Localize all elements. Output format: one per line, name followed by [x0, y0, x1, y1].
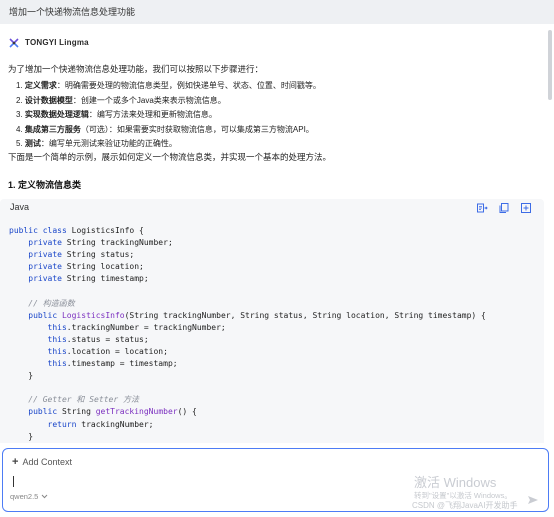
code-line: public String getTrackingNumber() {: [28, 407, 197, 417]
code-line: private String trackingNumber;: [28, 238, 173, 248]
code-line: public class LogisticsInfo {: [9, 226, 144, 235]
tongyi-logo-icon: [8, 36, 20, 48]
csdn-watermark: CSDN @飞翔JavaAI开发助手: [412, 501, 518, 510]
code-line: }: [9, 371, 34, 381]
code-language: Java: [10, 202, 30, 212]
code-toolbar: Java: [0, 199, 544, 215]
step-item: 3. 实现数据处理逻辑：编写方法来处理和更新物流信息。: [16, 110, 217, 119]
code-line: private String status;: [28, 250, 135, 260]
insert-icon[interactable]: [476, 201, 488, 213]
code-line: private String timestamp;: [28, 274, 149, 284]
code-line: this.timestamp = timestamp;: [47, 359, 178, 369]
text-cursor: [13, 476, 14, 487]
example-intro: 下面是一个简单的示例，展示如何定义一个物流信息类，并实现一个基本的处理方法。: [8, 152, 332, 162]
chat-scrollbar[interactable]: [547, 30, 553, 443]
assistant-name: TONGYI Lingma: [25, 37, 89, 47]
code-content[interactable]: public class LogisticsInfo { private Str…: [9, 225, 486, 443]
step-item: 4. 集成第三方服务（可选）：如果需要实时获取物流信息，可以集成第三方物流API…: [16, 124, 314, 134]
code-line: public LogisticsInfo(String trackingNumb…: [28, 310, 486, 320]
code-line: }: [9, 431, 34, 441]
step-item: 1. 定义需求：明确需要处理的物流信息类型，例如快递单号、状态、位置、时间戳等。: [16, 81, 321, 90]
code-line: // 构造函数: [28, 298, 75, 308]
chevron-down-icon: [41, 494, 48, 499]
model-selector[interactable]: qwen2.5: [10, 492, 48, 501]
section-heading: 1. 定义物流信息类: [8, 180, 82, 190]
new-file-icon[interactable]: [520, 201, 532, 213]
user-message: 增加一个快递物流信息处理功能: [0, 0, 554, 24]
assistant-header: TONGYI Lingma: [8, 36, 89, 48]
code-line: this.status = status;: [47, 334, 149, 344]
send-icon[interactable]: [527, 492, 539, 504]
add-context-label: Add Context: [22, 457, 72, 467]
plus-icon: +: [12, 456, 19, 468]
code-line: // Getter 和 Setter 方法: [28, 395, 139, 405]
chat-panel[interactable]: TONGYI Lingma 为了增加一个快递物流信息处理功能，我们可以按照以下步…: [0, 30, 544, 443]
code-block: Java public class LogisticsInfo { privat…: [0, 199, 544, 443]
scrollbar-thumb[interactable]: [548, 30, 552, 100]
code-actions: [476, 201, 532, 213]
code-line: this.trackingNumber = trackingNumber;: [47, 322, 226, 332]
code-line: this.location = location;: [47, 346, 168, 356]
copy-icon[interactable]: [498, 201, 510, 213]
assistant-intro: 为了增加一个快递物流信息处理功能，我们可以按照以下步骤进行：: [8, 64, 264, 74]
model-name: qwen2.5: [10, 492, 39, 501]
code-line: return trackingNumber;: [47, 419, 154, 429]
code-line: private String location;: [28, 262, 144, 272]
windows-activation-title: 激活 Windows: [414, 475, 497, 490]
steps-list: 1. 定义需求：明确需要处理的物流信息类型，例如快递单号、状态、位置、时间戳等。…: [16, 79, 321, 152]
step-item: 5. 测试：编写单元测试来验证功能的正确性。: [16, 139, 177, 148]
step-item: 2. 设计数据模型：创建一个或多个Java类来表示物流信息。: [16, 95, 226, 105]
add-context-button[interactable]: + Add Context: [12, 456, 72, 468]
